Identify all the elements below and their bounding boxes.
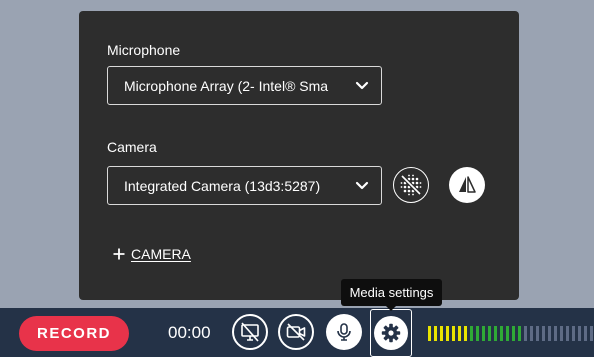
microphone-toggle[interactable] [326, 314, 362, 350]
audio-meter-segment [590, 326, 593, 341]
recording-toolbar: RECORD 00:00 [0, 308, 594, 357]
plus-icon [113, 248, 125, 260]
audio-meter-segment [554, 326, 557, 341]
camera-select-value: Integrated Camera (13d3:5287) [124, 177, 321, 194]
audio-meter-segment [464, 326, 467, 341]
mirror-flip-icon [459, 176, 476, 193]
media-settings-button-circle [374, 316, 408, 350]
audio-meter-segment [548, 326, 551, 341]
audio-meter-segment [524, 326, 527, 341]
audio-meter-segment [434, 326, 437, 341]
recording-timer: 00:00 [168, 323, 211, 342]
screen-share-off-icon [241, 322, 259, 342]
media-settings-tooltip: Media settings [341, 279, 442, 306]
audio-level-meter [428, 326, 594, 341]
media-settings-panel: Microphone Microphone Array (2- Intel® S… [79, 11, 519, 300]
audio-meter-segment [476, 326, 479, 341]
camera-select[interactable]: Integrated Camera (13d3:5287) [107, 166, 382, 205]
audio-meter-segment [542, 326, 545, 341]
microphone-icon [337, 323, 351, 341]
audio-meter-segment [584, 326, 587, 341]
audio-meter-segment [518, 326, 521, 341]
microphone-label: Microphone [107, 42, 181, 58]
background-blur-icon [400, 174, 422, 196]
audio-meter-segment [560, 326, 563, 341]
screen-share-toggle[interactable] [232, 314, 268, 350]
audio-meter-segment [536, 326, 539, 341]
chevron-down-icon [355, 181, 369, 189]
audio-meter-segment [428, 326, 431, 341]
audio-meter-segment [530, 326, 533, 341]
add-camera-label: CAMERA [131, 246, 191, 262]
audio-meter-segment [506, 326, 509, 341]
audio-meter-segment [578, 326, 581, 341]
audio-meter-segment [566, 326, 569, 341]
camera-off-icon [286, 323, 306, 341]
audio-meter-segment [458, 326, 461, 341]
gear-icon [381, 323, 401, 343]
chevron-down-icon [355, 81, 369, 89]
audio-meter-segment [512, 326, 515, 341]
audio-meter-segment [446, 326, 449, 341]
microphone-select[interactable]: Microphone Array (2- Intel® Sma [107, 66, 382, 105]
camera-toggle[interactable] [278, 314, 314, 350]
add-camera-link[interactable]: CAMERA [113, 246, 191, 262]
audio-meter-segment [494, 326, 497, 341]
mirror-camera-button[interactable] [449, 167, 485, 203]
audio-meter-segment [470, 326, 473, 341]
audio-meter-segment [482, 326, 485, 341]
audio-meter-segment [488, 326, 491, 341]
audio-meter-segment [452, 326, 455, 341]
audio-meter-segment [572, 326, 575, 341]
audio-meter-segment [440, 326, 443, 341]
audio-meter-segment [500, 326, 503, 341]
background-blur-button[interactable] [393, 167, 429, 203]
camera-label: Camera [107, 139, 157, 155]
microphone-select-value: Microphone Array (2- Intel® Sma [124, 77, 329, 94]
tooltip-arrow [385, 305, 397, 311]
record-button[interactable]: RECORD [19, 316, 129, 351]
media-settings-button[interactable] [370, 309, 412, 357]
